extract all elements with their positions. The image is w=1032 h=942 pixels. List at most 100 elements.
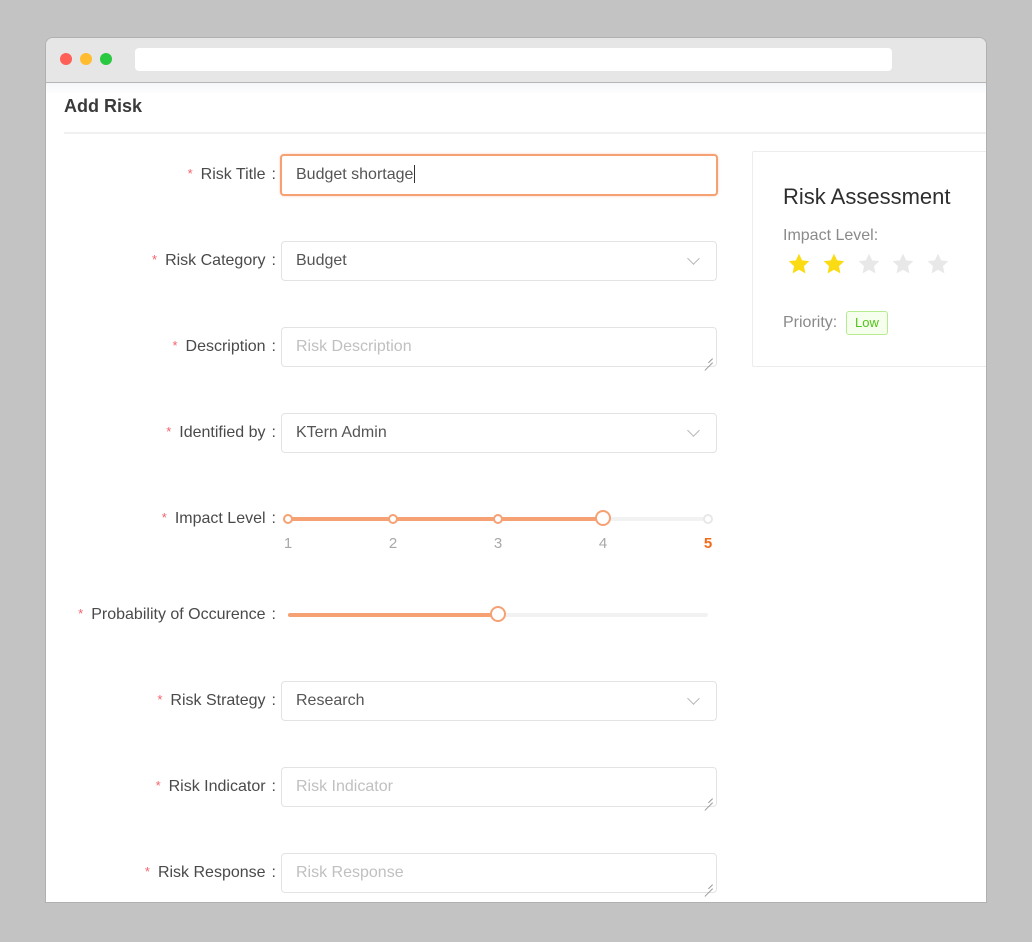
star-filled-icon[interactable]	[821, 251, 851, 279]
page-content: Add Risk * Risk Title: Budget shortage * R…	[46, 83, 986, 902]
text-caret	[414, 164, 416, 183]
slider-track-fill	[288, 517, 603, 521]
risk-response-row: * Risk Response: Risk Response	[46, 853, 726, 893]
risk-category-label: * Risk Category:	[152, 241, 276, 281]
label-colon: :	[271, 692, 276, 709]
required-marker: *	[144, 864, 150, 879]
risk-indicator-row: * Risk Indicator: Risk Indicator	[46, 767, 726, 807]
chevron-down-icon	[687, 252, 700, 265]
identified-by-row: * Identified by: KTern Admin	[46, 413, 726, 453]
label-colon: :	[271, 864, 276, 881]
label-colon: :	[271, 338, 276, 355]
risk-strategy-row: * Risk Strategy: Research	[46, 681, 726, 721]
risk-category-value: Budget	[296, 252, 347, 269]
chevron-down-icon	[687, 424, 700, 437]
identified-by-value: KTern Admin	[296, 424, 387, 441]
risk-category-row: * Risk Category: Budget	[46, 241, 726, 281]
close-window-button[interactable]	[60, 53, 72, 65]
impact-star-rating[interactable]	[786, 251, 960, 281]
slider-mark-label[interactable]: 2	[383, 535, 403, 552]
input-value-wrap: Budget shortage	[296, 156, 416, 194]
minimize-window-button[interactable]	[80, 53, 92, 65]
maximize-window-button[interactable]	[100, 53, 112, 65]
resize-handle-icon[interactable]	[704, 794, 713, 803]
page-title: Add Risk	[64, 96, 143, 116]
address-bar[interactable]	[135, 48, 892, 71]
slider-mark-label[interactable]: 5	[698, 535, 718, 552]
required-marker: *	[166, 424, 172, 439]
label-text: Risk Strategy	[170, 692, 266, 709]
label-colon: :	[271, 424, 276, 441]
label-text: Risk Indicator	[168, 778, 266, 795]
star-empty-icon[interactable]	[856, 251, 886, 279]
slider-handle[interactable]	[595, 510, 611, 526]
impact-level-slider[interactable]: 12345	[283, 509, 713, 552]
slider-mark-dot[interactable]	[703, 514, 713, 524]
risk-response-textarea[interactable]: Risk Response	[281, 853, 717, 893]
probability-label: * Probability of Occurence:	[78, 595, 276, 635]
resize-handle-icon[interactable]	[704, 880, 713, 889]
required-marker: *	[157, 692, 163, 707]
risk-response-label: * Risk Response:	[145, 853, 276, 893]
description-row: * Description: Risk Description	[46, 327, 726, 367]
star-empty-icon[interactable]	[890, 251, 920, 279]
card-title: Risk Assessment	[783, 184, 951, 209]
slider-track-fill	[288, 613, 498, 617]
risk-assessment-card: Risk Assessment Impact Level: Priority: …	[752, 151, 986, 367]
label-text: Risk Response	[157, 864, 266, 881]
required-marker: *	[161, 510, 167, 525]
probability-row: * Probability of Occurence:	[46, 595, 726, 635]
risk-title-value: Budget shortage	[296, 166, 414, 183]
star-filled-icon[interactable]	[786, 251, 816, 279]
label-text: Description	[185, 338, 266, 355]
identified-by-select[interactable]: KTern Admin	[281, 413, 717, 453]
risk-title-row: * Risk Title: Budget shortage	[46, 154, 726, 196]
required-marker: *	[187, 166, 193, 181]
label-colon: :	[271, 510, 276, 527]
required-marker: *	[152, 252, 158, 267]
required-marker: *	[172, 338, 178, 353]
priority-badge: Low	[846, 311, 888, 335]
required-marker: *	[155, 778, 161, 793]
probability-slider[interactable]	[288, 605, 708, 625]
label-text: Identified by	[179, 424, 266, 441]
risk-strategy-select[interactable]: Research	[281, 681, 717, 721]
label-text: Risk Title	[200, 166, 266, 183]
impact-level-caption: Impact Level:	[783, 227, 879, 244]
star-empty-icon[interactable]	[925, 251, 955, 279]
browser-window: Add Risk * Risk Title: Budget shortage * R…	[46, 38, 986, 902]
required-marker: *	[78, 606, 84, 621]
risk-indicator-textarea[interactable]: Risk Indicator	[281, 767, 717, 807]
identified-by-label: * Identified by:	[166, 413, 276, 453]
label-colon: :	[271, 606, 276, 623]
risk-indicator-placeholder: Risk Indicator	[296, 778, 393, 795]
chevron-down-icon	[687, 692, 700, 705]
label-text: Risk Category	[165, 252, 266, 269]
impact-level-label: * Impact Level:	[162, 499, 276, 539]
impact-level-row: * Impact Level: 1 2 3 4 5	[46, 499, 726, 552]
slider-handle[interactable]	[490, 606, 506, 622]
slider-mark-label[interactable]: 1	[278, 535, 298, 552]
description-label: * Description:	[172, 327, 276, 367]
slider-mark-label[interactable]: 3	[488, 535, 508, 552]
label-text: Impact Level	[174, 510, 266, 527]
risk-strategy-label: * Risk Strategy:	[157, 681, 276, 721]
resize-handle-icon[interactable]	[704, 354, 713, 363]
slider-mark-dot[interactable]	[493, 514, 503, 524]
risk-indicator-label: * Risk Indicator:	[156, 767, 276, 807]
slider-mark-dot[interactable]	[388, 514, 398, 524]
risk-strategy-value: Research	[296, 692, 365, 709]
description-placeholder: Risk Description	[296, 338, 412, 355]
label-colon: :	[271, 252, 276, 269]
priority-caption: Priority:	[783, 314, 838, 331]
title-divider	[64, 132, 986, 134]
window-titlebar	[46, 38, 986, 83]
slider-mark-dot[interactable]	[283, 514, 293, 524]
label-text: Probability of Occurence	[91, 606, 266, 623]
description-textarea[interactable]: Risk Description	[281, 327, 717, 367]
risk-category-select[interactable]: Budget	[281, 241, 717, 281]
risk-response-placeholder: Risk Response	[296, 864, 404, 881]
risk-title-input[interactable]: Budget shortage	[280, 154, 718, 196]
slider-mark-label[interactable]: 4	[593, 535, 613, 552]
header-shade	[46, 83, 986, 95]
